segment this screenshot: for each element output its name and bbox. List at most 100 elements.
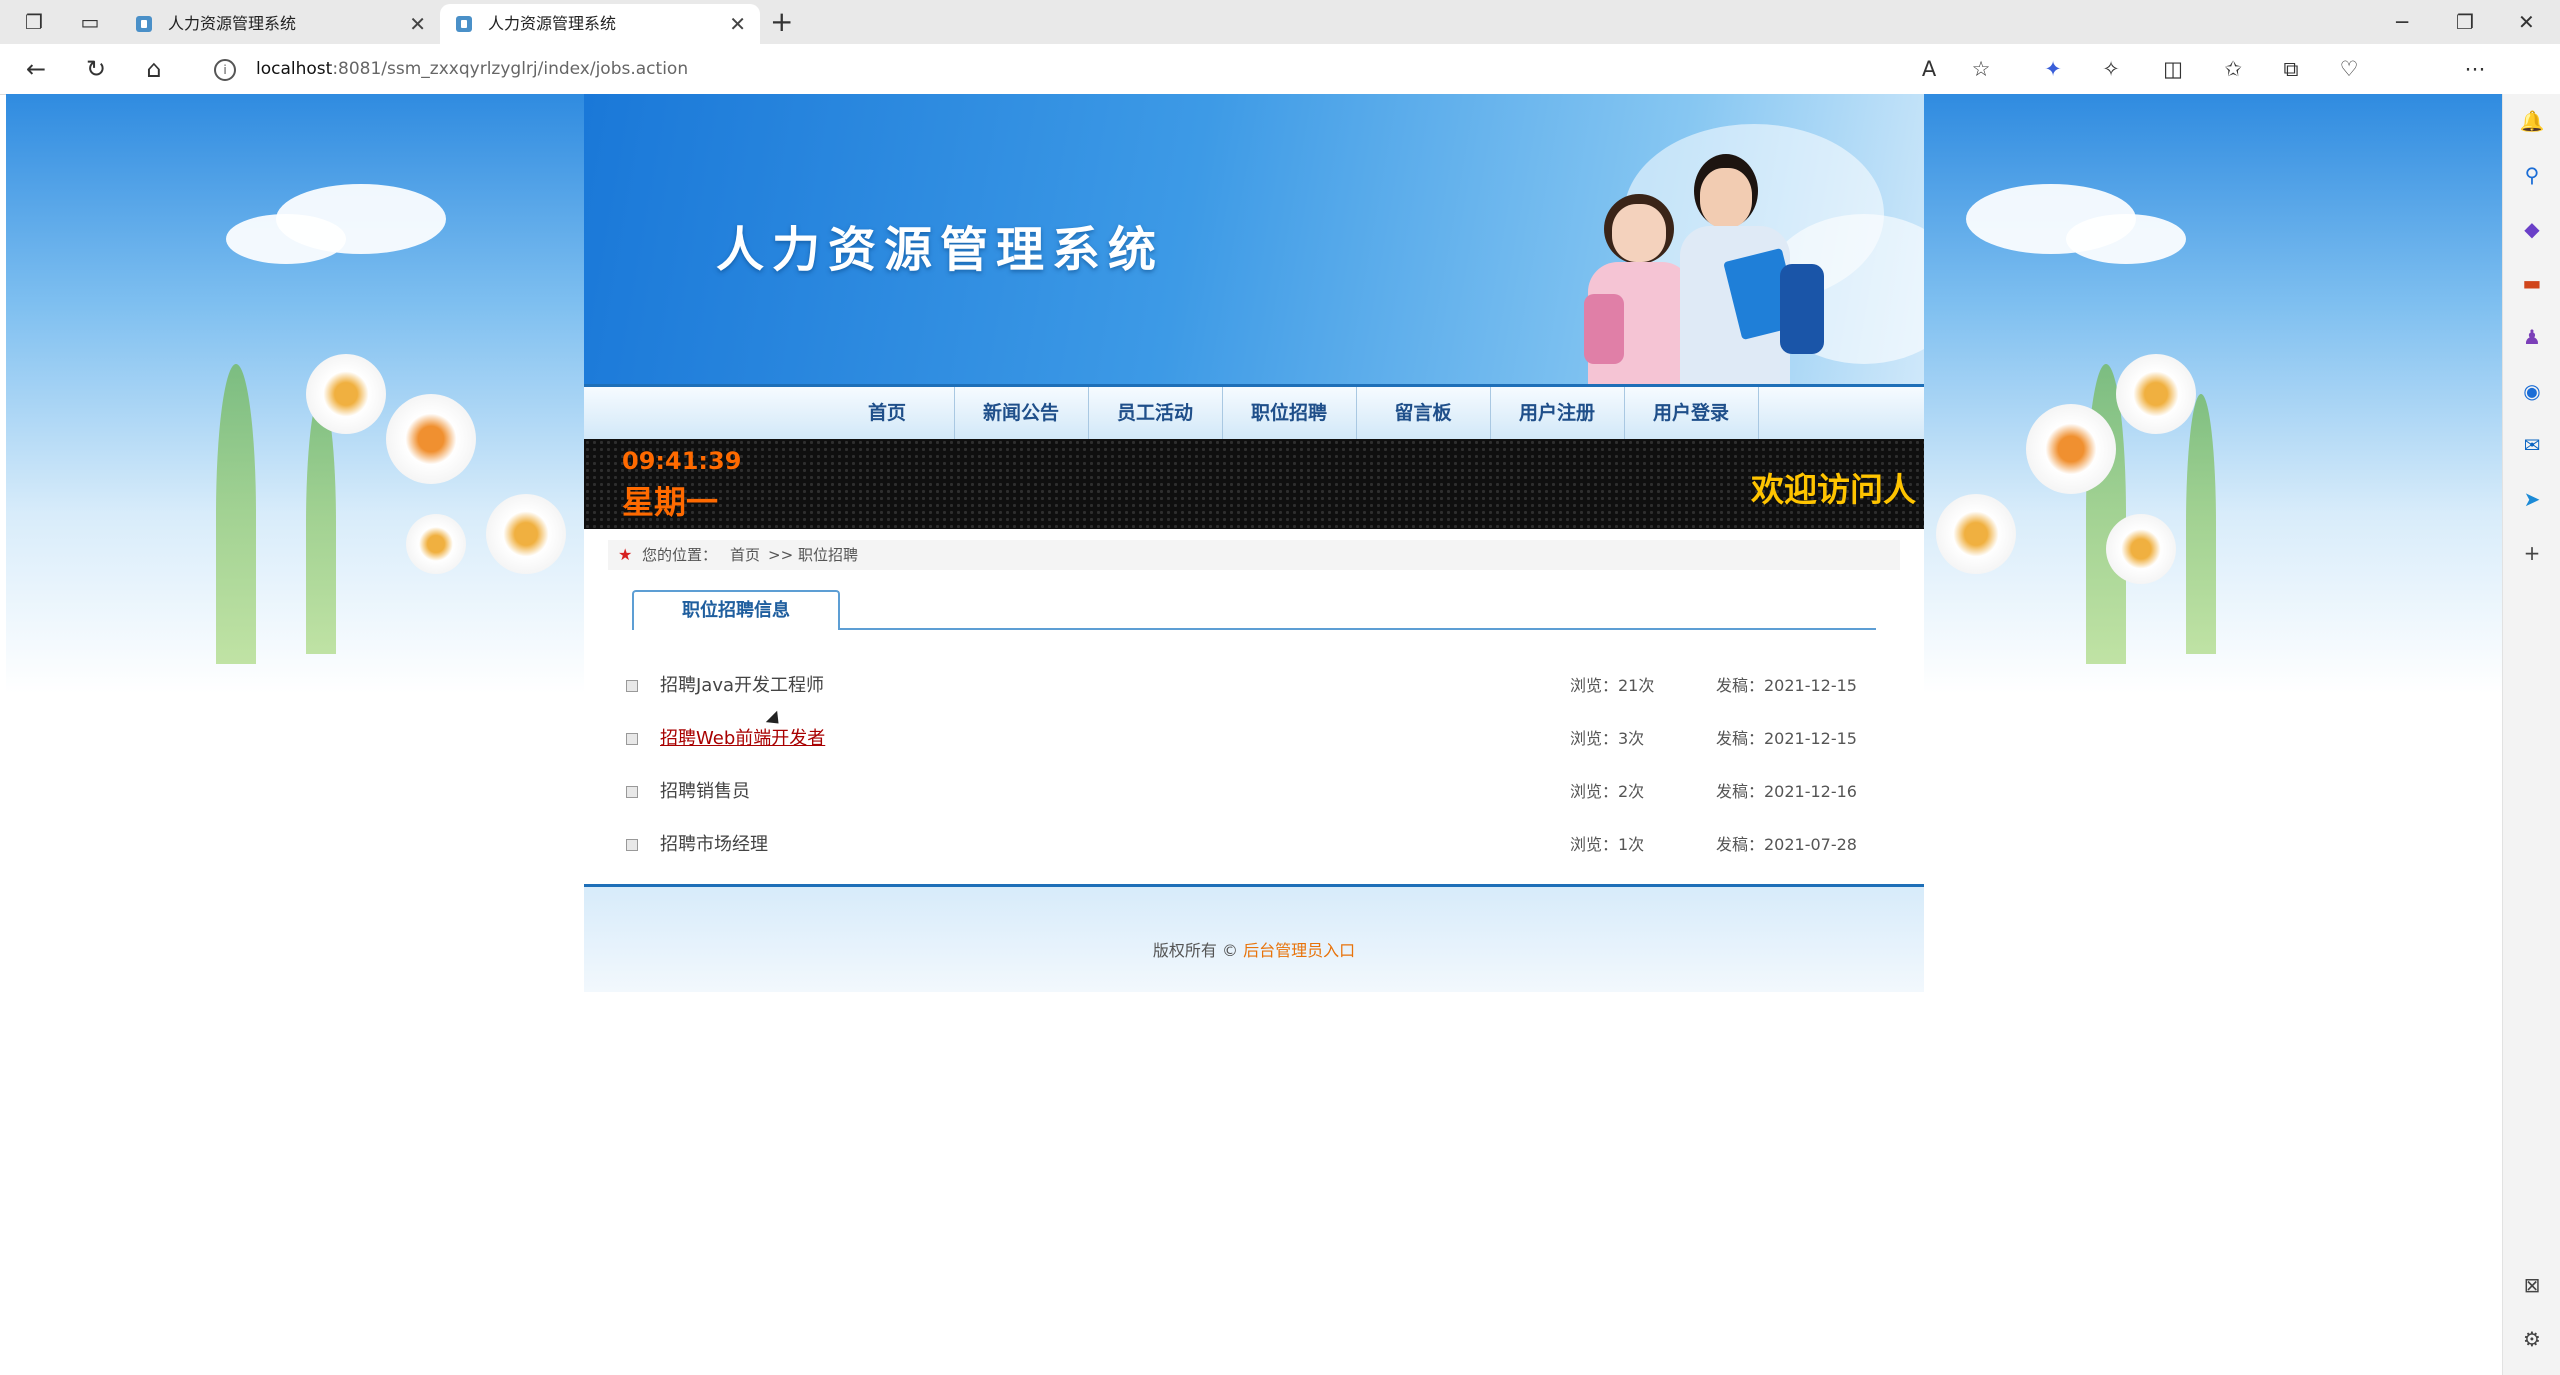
job-title-link[interactable]: 招聘Java开发工程师: [660, 660, 824, 712]
background-flower: [2106, 514, 2176, 584]
nav-jobs[interactable]: 职位招聘: [1222, 387, 1357, 439]
background-flower: [386, 394, 476, 484]
browser-tab-2[interactable]: 人力资源管理系统 ✕: [440, 4, 760, 44]
site-favicon: [136, 16, 152, 32]
more-icon[interactable]: ⋯: [2462, 56, 2488, 82]
collections-icon[interactable]: ⧉: [2278, 56, 2304, 82]
nav-message-board[interactable]: 留言板: [1356, 387, 1491, 439]
minimize-button[interactable]: ─: [2396, 6, 2408, 38]
read-aloud-icon[interactable]: A: [1916, 56, 1942, 82]
hide-sidebar-icon[interactable]: ⊠: [2519, 1272, 2545, 1298]
job-views: 浏览：1次: [1570, 835, 1645, 854]
tab-job-listings[interactable]: 职位招聘信息: [632, 590, 840, 630]
job-title-link[interactable]: 招聘Web前端开发者: [660, 713, 825, 765]
home-icon[interactable]: ⌂: [140, 55, 168, 83]
notification-icon[interactable]: 🔔: [2519, 108, 2545, 134]
new-tab-button[interactable]: +: [770, 6, 793, 38]
settings-gear-icon[interactable]: ⚙: [2519, 1326, 2545, 1352]
background-flower: [306, 354, 386, 434]
job-title-link[interactable]: 招聘市场经理: [660, 819, 768, 871]
back-icon[interactable]: ←: [22, 55, 50, 83]
background-grass: [306, 394, 336, 654]
nav-news[interactable]: 新闻公告: [954, 387, 1089, 439]
background-grass: [216, 364, 256, 664]
breadcrumb-separator: >>: [768, 546, 794, 564]
edge-sidebar: 🔔 ⚲ ◆ ▬ ♟ ◉ ✉ ➤ + ⊠ ⚙: [2502, 94, 2560, 1375]
background-cloud: [226, 214, 346, 264]
search-icon[interactable]: ⚲: [2519, 162, 2545, 188]
outlook-icon[interactable]: ✉: [2519, 432, 2545, 458]
backpack-icon: [1780, 264, 1824, 354]
job-date: 发稿：2021-07-28: [1716, 835, 1857, 854]
background-grass: [2186, 394, 2216, 654]
student-girl-face: [1612, 204, 1666, 262]
browser-tab-bar: ❐ ▭ 人力资源管理系统 ✕ 人力资源管理系统 ✕ + ─ ❐ ✕: [0, 0, 2560, 44]
breadcrumb-label: 您的位置：: [642, 546, 718, 564]
browser-tab-title: 人力资源管理系统: [168, 14, 297, 33]
bullet-icon: [626, 680, 638, 692]
student-boy-face: [1700, 168, 1752, 228]
page-viewport: 人力资源管理系统 首页 新闻公告 员工活动 职位招聘 留言板 用户注册 用户登录…: [6, 94, 2502, 1370]
microsoft365-icon[interactable]: ◉: [2519, 378, 2545, 404]
site-favicon: [456, 16, 472, 32]
close-tab-icon[interactable]: ✕: [409, 4, 426, 44]
browser-tab-title: 人力资源管理系统: [488, 14, 617, 33]
ticker-welcome: 欢迎访问人: [1751, 470, 1916, 509]
send-icon[interactable]: ➤: [2519, 486, 2545, 512]
bullet-icon: [626, 839, 638, 851]
breadcrumb: ★ 您的位置： 首页 >> 职位招聘: [608, 540, 1900, 570]
site-info-icon[interactable]: i: [214, 59, 236, 81]
star-icon: ★: [618, 545, 633, 564]
url-text[interactable]: localhost:8081/ssm_zxxqyrlzyglrj/index/j…: [256, 51, 688, 87]
background-flower: [2026, 404, 2116, 494]
workspaces-icon[interactable]: ❐: [22, 10, 46, 34]
shopping-tag-icon[interactable]: ◆: [2519, 216, 2545, 242]
browser-tab-1[interactable]: 人力资源管理系统 ✕: [120, 4, 440, 44]
job-views: 浏览：2次: [1570, 782, 1645, 801]
extensions-icon[interactable]: ✧: [2098, 56, 2124, 82]
job-views: 浏览：21次: [1570, 676, 1655, 695]
refresh-icon[interactable]: ↻: [82, 55, 110, 83]
background-flower: [2116, 354, 2196, 434]
toolbox-icon[interactable]: ▬: [2519, 270, 2545, 296]
heart-pulse-icon[interactable]: ♡: [2336, 56, 2362, 82]
job-title-link[interactable]: 招聘销售员: [660, 766, 750, 818]
breadcrumb-home-link[interactable]: 首页: [730, 540, 760, 570]
tab-actions-icon[interactable]: ▭: [78, 10, 102, 34]
browser-toolbar: ← ↻ ⌂ i localhost:8081/ssm_zxxqyrlzyglrj…: [0, 44, 2560, 132]
site-title: 人力资源管理系统: [716, 222, 1165, 278]
admin-entry-link[interactable]: 后台管理员入口: [1243, 941, 1355, 960]
ticker-weekday: 星期一: [622, 483, 719, 521]
copyright-text: 版权所有 ©: [1152, 941, 1244, 960]
job-date: 发稿：2021-12-16: [1716, 782, 1857, 801]
breadcrumb-current: 职位招聘: [798, 546, 859, 564]
background-flower: [1936, 494, 2016, 574]
close-window-button[interactable]: ✕: [2518, 6, 2535, 38]
nav-activities[interactable]: 员工活动: [1088, 387, 1223, 439]
star-icon[interactable]: ☆: [1968, 56, 1994, 82]
split-screen-icon[interactable]: ◫: [2160, 56, 2186, 82]
bullet-icon: [626, 786, 638, 798]
restore-button[interactable]: ❐: [2456, 6, 2474, 38]
led-ticker: 09:41:39 星期一 欢迎访问人: [584, 439, 1924, 529]
nav-register[interactable]: 用户注册: [1490, 387, 1625, 439]
background-flower: [406, 514, 466, 574]
add-icon[interactable]: +: [2519, 540, 2545, 566]
job-row: 招聘Web前端开发者 浏览：3次 发稿：2021-12-15: [626, 713, 1886, 765]
close-tab-icon[interactable]: ✕: [729, 4, 746, 44]
job-date: 发稿：2021-12-15: [1716, 729, 1857, 748]
address-bar[interactable]: i localhost:8081/ssm_zxxqyrlzyglrj/index…: [190, 51, 1940, 87]
favorites-icon[interactable]: ✩: [2220, 56, 2246, 82]
games-icon[interactable]: ♟: [2519, 324, 2545, 350]
job-row: 招聘销售员 浏览：2次 发稿：2021-12-16: [626, 766, 1886, 818]
site-banner: 人力资源管理系统: [584, 94, 1924, 384]
nav-login[interactable]: 用户登录: [1624, 387, 1759, 439]
nav-home[interactable]: 首页: [820, 387, 955, 439]
footer-copyright: 版权所有 © 后台管理员入口: [584, 937, 1924, 961]
background-flower: [486, 494, 566, 574]
site-container: 人力资源管理系统 首页 新闻公告 员工活动 职位招聘 留言板 用户注册 用户登录…: [584, 94, 1924, 992]
bullet-icon: [626, 733, 638, 745]
job-row: 招聘市场经理 浏览：1次 发稿：2021-07-28: [626, 819, 1886, 871]
section-tab-strip: 职位招聘信息: [632, 590, 1876, 630]
copilot-icon[interactable]: ✦: [2040, 56, 2066, 82]
